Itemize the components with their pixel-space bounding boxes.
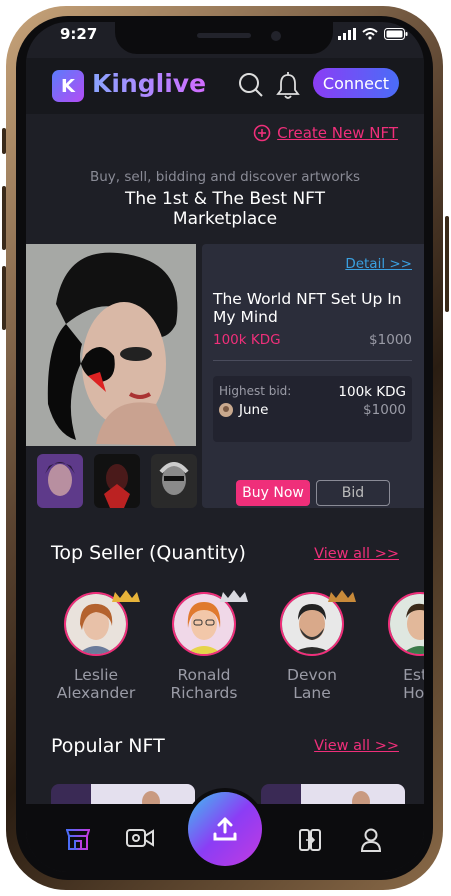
hero-title-line1: The 1st & The Best NFT — [124, 189, 326, 209]
status-icons — [338, 28, 408, 40]
bottom-navigation — [26, 792, 424, 872]
app-screen: 9:27 K Kinglive Connect Create New NFT B… — [26, 22, 424, 872]
hero-title-line2: Marketplace — [172, 209, 278, 229]
connect-button[interactable]: Connect — [313, 68, 399, 98]
upload-button[interactable] — [188, 792, 262, 866]
bid-button[interactable]: Bid — [316, 480, 390, 506]
kinglive-logo-icon[interactable]: K — [52, 70, 84, 102]
upload-icon — [213, 817, 237, 841]
seller-card[interactable]: Ronald Richards — [149, 590, 259, 702]
highest-bid-label: Highest bid: — [219, 384, 292, 398]
video-camera-icon[interactable] — [126, 828, 154, 848]
nft-thumbnail[interactable] — [37, 454, 83, 508]
seller-card[interactable]: Esth How — [365, 592, 424, 702]
app-header: K Kinglive Connect — [26, 58, 424, 114]
plus-circle-icon — [253, 124, 271, 142]
seller-name: Esth How — [403, 666, 424, 702]
price-kdg: 100k KDG — [213, 332, 281, 348]
nft-thumbnail[interactable] — [151, 454, 197, 508]
brand-name: Kinglive — [92, 69, 207, 98]
nft-thumbnail[interactable] — [94, 454, 140, 508]
divider — [213, 360, 412, 361]
search-icon[interactable] — [238, 72, 264, 98]
bell-icon[interactable] — [276, 72, 300, 100]
hero-title: The 1st & The Best NFT Marketplace — [26, 189, 424, 229]
bidder-avatar — [219, 403, 233, 417]
bid-kdg: 100k KDG — [338, 384, 406, 400]
wifi-icon — [362, 28, 378, 40]
portrait-artwork — [26, 244, 196, 446]
seller-name: Ronald Richards — [170, 666, 238, 702]
notch — [115, 22, 333, 54]
seller-card[interactable]: Devon Lane — [257, 590, 367, 702]
thumbnail-art — [94, 454, 140, 508]
battery-icon — [384, 28, 408, 40]
featured-nft-image[interactable] — [26, 244, 196, 446]
power-button — [445, 216, 449, 312]
seller-name: Devon Lane — [287, 666, 337, 702]
price-usd: $1000 — [369, 332, 412, 348]
seller-name: Leslie Alexander — [56, 666, 136, 702]
store-icon[interactable] — [66, 828, 90, 850]
hero-tagline: Buy, sell, bidding and discover artworks — [89, 169, 361, 185]
nft-title: The World NFT Set Up In My Mind — [213, 290, 402, 326]
volume-down-button — [2, 266, 6, 330]
popular-view-all-link[interactable]: View all >> — [314, 738, 399, 754]
bid-usd: $1000 — [363, 402, 406, 418]
crown-icon — [328, 590, 356, 602]
bidder: June — [219, 402, 268, 418]
top-seller-title: Top Seller (Quantity) — [51, 542, 246, 564]
create-new-nft-label: Create New NFT — [277, 124, 398, 142]
thumbnail-art — [151, 454, 197, 508]
seller-card[interactable]: Leslie Alexander — [41, 590, 151, 702]
front-camera — [271, 31, 281, 41]
featured-nft-card: Detail >> The World NFT Set Up In My Min… — [202, 244, 424, 508]
mute-switch — [2, 128, 6, 154]
user-icon[interactable] — [360, 828, 382, 852]
crown-icon — [220, 590, 248, 602]
thumbnail-art — [37, 454, 83, 508]
signal-icon — [338, 28, 356, 40]
speaker-grille — [197, 33, 251, 38]
bidder-name: June — [239, 402, 269, 418]
crown-icon — [112, 590, 140, 602]
swap-icon[interactable] — [298, 828, 322, 852]
avatar — [388, 592, 424, 656]
volume-up-button — [2, 186, 6, 250]
top-seller-view-all-link[interactable]: View all >> — [314, 546, 399, 562]
highest-bid-box: Highest bid: June 100k KDG $1000 — [213, 376, 412, 442]
detail-link[interactable]: Detail >> — [345, 256, 412, 272]
buy-now-button[interactable]: Buy Now — [236, 480, 310, 506]
status-time: 9:27 — [60, 25, 98, 43]
create-new-nft-link[interactable]: Create New NFT — [253, 124, 398, 142]
popular-nft-title: Popular NFT — [51, 735, 165, 757]
